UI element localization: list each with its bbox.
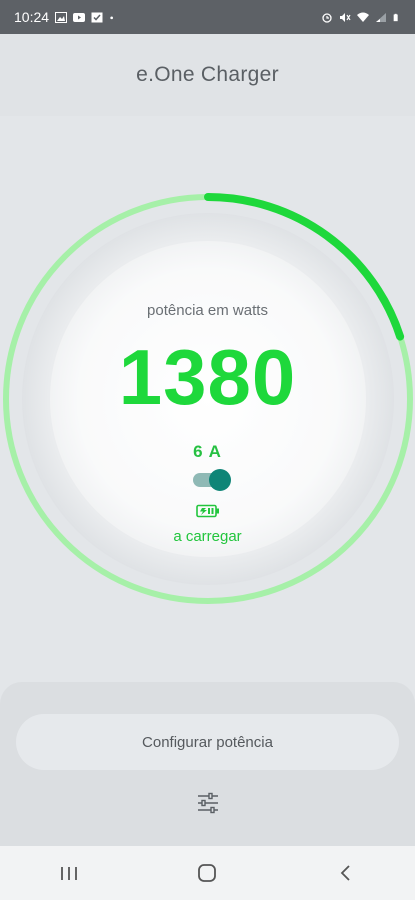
back-icon [340, 865, 350, 881]
mute-icon [340, 12, 351, 22]
gauge-label: potência em watts [147, 302, 268, 319]
status-bar: 10:24 [0, 0, 415, 34]
charging-status: a carregar [173, 528, 242, 545]
power-gauge: potência em watts 1380 6 A a carregar [0, 184, 415, 614]
home-icon [198, 864, 217, 882]
wifi-icon [357, 12, 369, 22]
system-nav-bar [0, 846, 415, 900]
status-left: 10:24 [14, 9, 117, 25]
signal-icon [376, 12, 386, 22]
amps-value: 6 A [193, 442, 222, 461]
app-title: e.One Charger [136, 63, 279, 86]
power-value: 1380 [118, 333, 297, 421]
battery-charging-icon [196, 504, 219, 518]
dot-icon [110, 16, 114, 19]
youtube-icon [73, 12, 86, 22]
home-button[interactable] [177, 853, 237, 893]
charging-toggle[interactable] [193, 469, 231, 491]
bottom-panel: Configurar potência [0, 682, 415, 846]
status-right [321, 12, 401, 23]
image-icon [55, 11, 68, 23]
configure-power-button[interactable]: Configurar potência [16, 714, 399, 770]
toggle-knob [209, 469, 231, 491]
status-time: 10:24 [14, 9, 50, 25]
battery-icon [393, 13, 398, 21]
check-box-icon [91, 12, 103, 22]
alarm-icon [322, 12, 332, 23]
back-button[interactable] [316, 853, 376, 893]
app-header: e.One Charger [0, 34, 415, 116]
recent-apps-icon [61, 867, 78, 880]
recent-apps-button[interactable] [39, 853, 99, 893]
sliders-icon[interactable] [196, 792, 220, 814]
